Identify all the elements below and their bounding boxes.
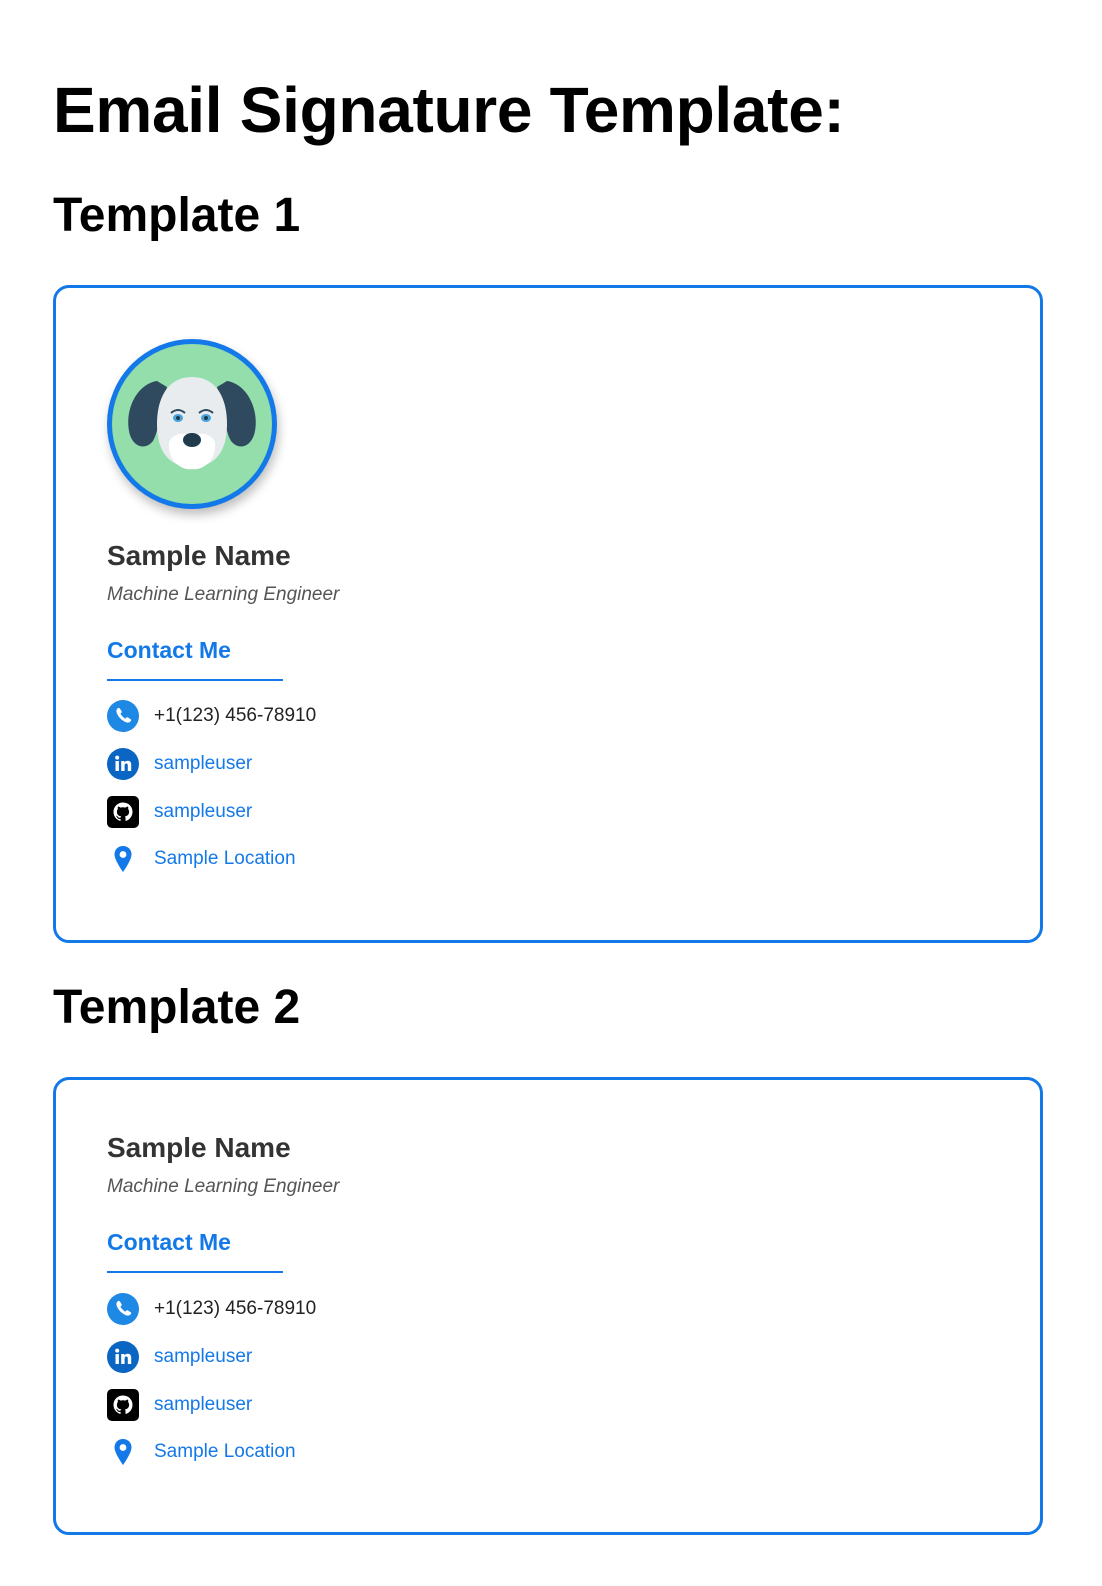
contact-location[interactable]: Sample Location <box>107 1435 296 1469</box>
template-1-heading: Template 1 <box>53 189 301 242</box>
contact-phone-text: +1(123) 456-78910 <box>154 1298 317 1319</box>
location-link[interactable]: Sample Location <box>154 847 296 871</box>
signature-card-2: Sample Name Machine Learning Engineer Co… <box>53 1077 1043 1535</box>
linkedin-link[interactable]: sampleuser <box>154 1345 252 1369</box>
github-icon <box>107 796 139 828</box>
location-pin-icon <box>107 843 139 875</box>
contact-divider <box>107 679 283 681</box>
contact-phone-text: +1(123) 456-78910 <box>154 705 317 726</box>
contact-linkedin[interactable]: sampleuser <box>107 1340 252 1374</box>
signature-name: Sample Name <box>107 1132 291 1163</box>
linkedin-icon <box>107 748 139 780</box>
page-title: Email Signature Template: <box>53 74 845 146</box>
contact-github[interactable]: sampleuser <box>107 795 252 829</box>
contact-phone: +1(123) 456-78910 <box>107 699 316 733</box>
dog-avatar-icon <box>112 344 272 504</box>
contact-heading: Contact Me <box>107 1229 231 1255</box>
contact-phone: +1(123) 456-78910 <box>107 1292 316 1326</box>
job-title: Machine Learning Engineer <box>107 1176 340 1197</box>
github-link[interactable]: sampleuser <box>154 1393 252 1417</box>
contact-github[interactable]: sampleuser <box>107 1388 252 1422</box>
contact-heading: Contact Me <box>107 637 231 663</box>
template-2-heading: Template 2 <box>53 981 301 1034</box>
location-pin-icon <box>107 1436 139 1468</box>
phone-icon <box>107 1293 139 1325</box>
avatar <box>107 339 277 509</box>
linkedin-icon <box>107 1341 139 1373</box>
job-title: Machine Learning Engineer <box>107 584 340 605</box>
linkedin-link[interactable]: sampleuser <box>154 752 252 776</box>
github-link[interactable]: sampleuser <box>154 800 252 824</box>
contact-location[interactable]: Sample Location <box>107 842 296 876</box>
signature-card-1: Sample Name Machine Learning Engineer Co… <box>53 285 1043 943</box>
contact-linkedin[interactable]: sampleuser <box>107 747 252 781</box>
location-link[interactable]: Sample Location <box>154 1440 296 1464</box>
signature-name: Sample Name <box>107 540 291 571</box>
phone-icon <box>107 700 139 732</box>
contact-divider <box>107 1271 283 1273</box>
github-icon <box>107 1389 139 1421</box>
